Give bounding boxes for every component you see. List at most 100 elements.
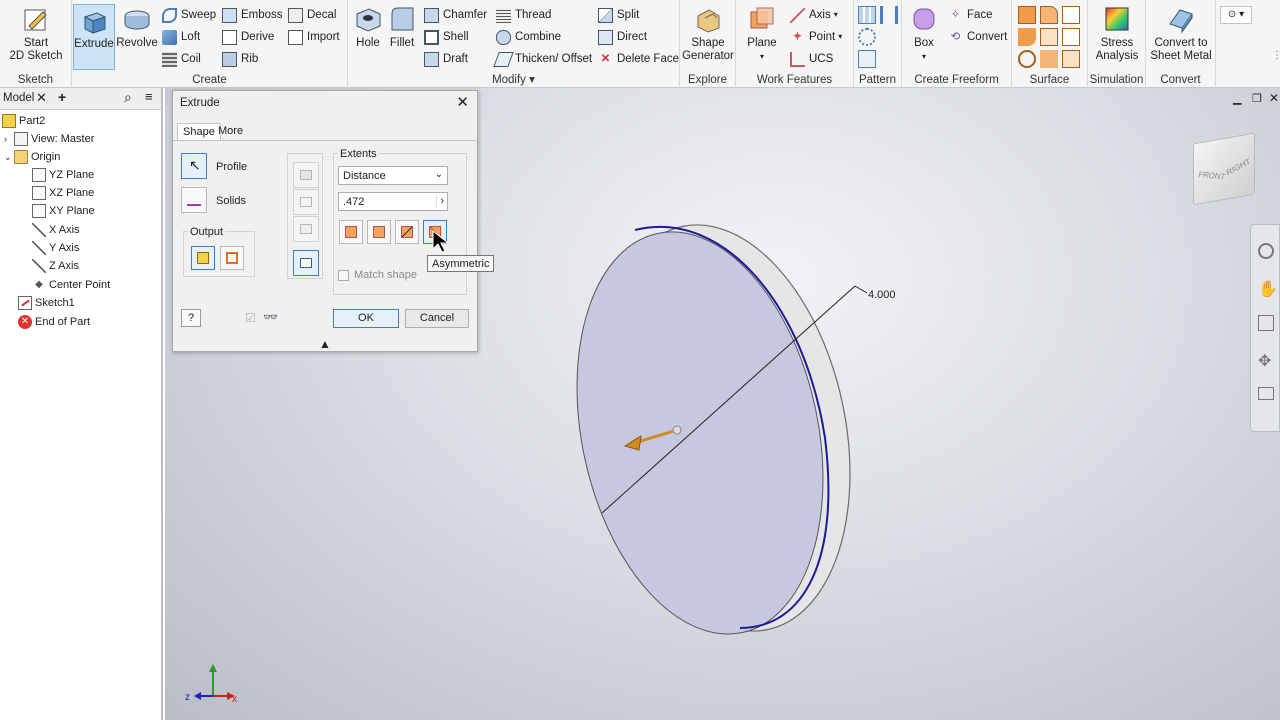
- sweep-button[interactable]: Sweep: [162, 6, 216, 24]
- cut-button[interactable]: [293, 189, 319, 215]
- face-button[interactable]: ✧ Face: [948, 6, 993, 24]
- surface-tool-1-button[interactable]: [1018, 6, 1036, 24]
- rib-button[interactable]: Rib: [222, 50, 258, 68]
- apply-checkmark-icon[interactable]: ☑: [245, 311, 256, 325]
- viewcube-right-label[interactable]: RIGHT: [1225, 157, 1251, 178]
- expand-chevron-icon[interactable]: ›: [4, 134, 14, 144]
- surface-tool-6-button[interactable]: [1062, 28, 1080, 46]
- import-button[interactable]: Import: [288, 28, 340, 46]
- surface-tool-3-button[interactable]: [1062, 6, 1080, 24]
- stress-analysis-button[interactable]: Stress Analysis: [1090, 4, 1144, 63]
- search-icon[interactable]: ⌕: [124, 89, 132, 106]
- profile-select-button[interactable]: ↖: [181, 153, 207, 179]
- match-shape-checkbox[interactable]: [338, 270, 349, 281]
- revolve-button[interactable]: Revolve: [116, 4, 158, 50]
- tree-item-xy-plane[interactable]: XY Plane: [32, 202, 95, 220]
- extents-dropdown[interactable]: Distance ⌄: [338, 166, 448, 185]
- pan-hand-icon[interactable]: ✋: [1258, 279, 1278, 299]
- start-2d-sketch-button[interactable]: Start 2D Sketch: [6, 4, 66, 63]
- rectangular-pattern-button[interactable]: [858, 6, 876, 24]
- hole-button[interactable]: Hole: [352, 4, 384, 50]
- point-button[interactable]: ✦ Point ▾: [790, 28, 843, 46]
- loft-button[interactable]: Loft: [162, 28, 200, 46]
- surface-tool-5-button[interactable]: [1040, 28, 1058, 46]
- tree-item-sketch1[interactable]: Sketch1: [18, 294, 75, 312]
- distance-input[interactable]: .472 ›: [338, 192, 448, 211]
- extrude-button[interactable]: Extrude: [73, 4, 115, 70]
- thicken-offset-button[interactable]: Thicken/ Offset: [493, 50, 592, 68]
- box-button[interactable]: Box ▾: [906, 4, 942, 63]
- mirror-button[interactable]: [880, 6, 898, 24]
- emboss-button[interactable]: Emboss: [222, 6, 283, 24]
- convert-to-sheet-metal-button[interactable]: Convert to Sheet Metal: [1148, 4, 1214, 63]
- fillet-button[interactable]: Fillet: [386, 4, 418, 50]
- close-window-icon[interactable]: ✕: [1269, 91, 1279, 105]
- surface-tool-4-button[interactable]: [1018, 28, 1036, 46]
- convert-freeform-button[interactable]: ⟲ Convert: [948, 28, 1008, 46]
- tree-item-end-of-part[interactable]: ✕ End of Part: [18, 313, 90, 331]
- plane-button[interactable]: Plane ▾: [742, 4, 782, 63]
- ucs-button[interactable]: UCS: [790, 50, 833, 68]
- decal-button[interactable]: Decal: [288, 6, 336, 24]
- viewcube[interactable]: FRONT RIGHT: [1193, 132, 1255, 206]
- output-solid-button[interactable]: [191, 246, 215, 270]
- viewcube-front-label[interactable]: FRONT: [1197, 170, 1226, 182]
- coil-button[interactable]: Coil: [162, 50, 201, 68]
- ok-button[interactable]: OK: [333, 309, 399, 328]
- model-tab[interactable]: Model: [3, 92, 34, 104]
- axis-button[interactable]: Axis ▾: [790, 6, 838, 24]
- surface-tool-7-button[interactable]: [1018, 50, 1036, 68]
- symmetric-button[interactable]: [395, 220, 419, 244]
- tree-item-origin[interactable]: ⌄ Origin: [4, 148, 60, 166]
- tree-item-yz-plane[interactable]: YZ Plane: [32, 166, 94, 184]
- tab-more[interactable]: More: [213, 123, 248, 141]
- close-tab-icon[interactable]: ✕: [36, 90, 47, 106]
- shape-generator-button[interactable]: Shape Generator: [682, 4, 734, 63]
- surface-tool-8-button[interactable]: [1040, 50, 1058, 68]
- minimize-window-icon[interactable]: ▁: [1233, 92, 1241, 105]
- sketch-driven-pattern-button[interactable]: [858, 50, 876, 68]
- solids-select-button[interactable]: [181, 187, 207, 213]
- derive-button[interactable]: Derive: [222, 28, 274, 46]
- delete-face-button[interactable]: ✕ Delete Face: [598, 50, 679, 68]
- chamfer-button[interactable]: Chamfer: [424, 6, 487, 24]
- preview-glasses-icon[interactable]: 👓: [263, 310, 278, 324]
- shell-button[interactable]: Shell: [424, 28, 469, 46]
- ribbon-scroll-icon[interactable]: ⋮: [1272, 50, 1280, 61]
- surface-tool-9-button[interactable]: [1062, 50, 1080, 68]
- add-tab-icon[interactable]: +: [58, 89, 66, 105]
- look-at-icon[interactable]: [1258, 387, 1274, 400]
- draft-button[interactable]: Draft: [424, 50, 468, 68]
- tree-item-center-point[interactable]: ◆ Center Point: [32, 276, 110, 294]
- tree-item-view-master[interactable]: › View: Master: [4, 130, 94, 148]
- restore-window-icon[interactable]: ❐: [1252, 92, 1262, 105]
- circular-pattern-button[interactable]: [858, 28, 876, 46]
- tree-item-part2[interactable]: Part2: [2, 112, 45, 130]
- zoom-icon[interactable]: [1258, 315, 1274, 331]
- combine-button[interactable]: Combine: [496, 28, 561, 46]
- help-button[interactable]: ?: [181, 309, 201, 327]
- dialog-collapse-arrow-icon[interactable]: ▲: [319, 337, 331, 351]
- close-icon[interactable]: ✕: [456, 95, 469, 110]
- output-surface-button[interactable]: [220, 246, 244, 270]
- tree-item-xz-plane[interactable]: XZ Plane: [32, 184, 94, 202]
- modify-group-title[interactable]: Modify ▾: [348, 72, 679, 86]
- steering-wheel-icon[interactable]: [1258, 243, 1274, 259]
- direction-1-button[interactable]: [339, 220, 363, 244]
- cancel-button[interactable]: Cancel: [405, 309, 469, 328]
- dimension-value[interactable]: 4.000: [868, 289, 896, 301]
- intersect-button[interactable]: [293, 216, 319, 242]
- direction-2-button[interactable]: [367, 220, 391, 244]
- quick-options-button[interactable]: ⊙ ▾: [1220, 6, 1252, 24]
- tree-item-x-axis[interactable]: X Axis: [32, 221, 80, 239]
- tree-item-y-axis[interactable]: Y Axis: [32, 239, 79, 257]
- surface-tool-2-button[interactable]: [1040, 6, 1058, 24]
- split-button[interactable]: Split: [598, 6, 639, 24]
- tree-item-z-axis[interactable]: Z Axis: [32, 257, 79, 275]
- orbit-icon[interactable]: ✥: [1258, 351, 1271, 371]
- direct-button[interactable]: Direct: [598, 28, 647, 46]
- new-solid-button[interactable]: [293, 250, 319, 276]
- join-button[interactable]: [293, 162, 319, 188]
- chevron-right-icon[interactable]: ›: [436, 195, 444, 207]
- collapse-chevron-icon[interactable]: ⌄: [4, 152, 14, 163]
